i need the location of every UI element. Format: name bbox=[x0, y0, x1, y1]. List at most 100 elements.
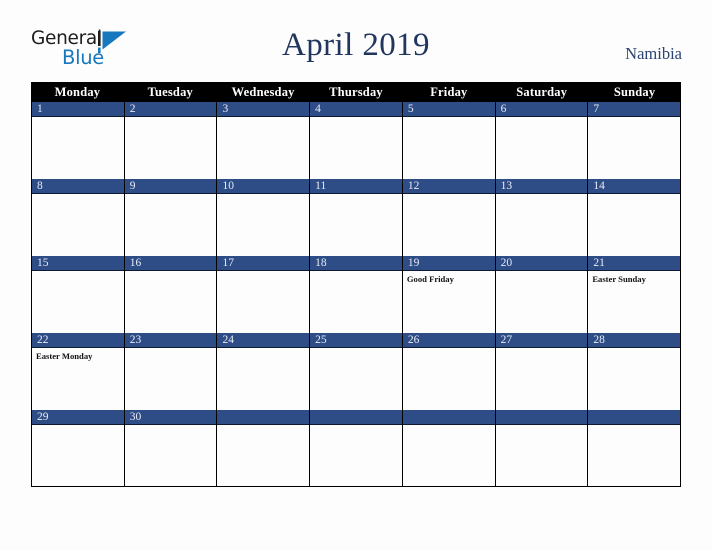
day-number-bar: 16 bbox=[124, 256, 217, 271]
day-number-bar: 5 bbox=[402, 102, 495, 117]
day-number: 27 bbox=[500, 334, 513, 346]
calendar-day-cell-empty[interactable] bbox=[402, 410, 496, 486]
day-events bbox=[125, 425, 217, 428]
day-number-bar: 20 bbox=[495, 256, 588, 271]
weekday-header-sunday: Sunday bbox=[613, 84, 656, 99]
day-number-bar: 10 bbox=[217, 179, 310, 194]
day-number: 20 bbox=[500, 257, 513, 269]
calendar-day-cell-5[interactable]: 5 bbox=[402, 102, 496, 179]
day-number: 22 bbox=[37, 334, 49, 346]
day-number: 3 bbox=[222, 103, 229, 115]
weekday-header-row: Monday Tuesday Wednesday Thursday Friday Satu… bbox=[31, 82, 681, 102]
calendar-day-cell-16[interactable]: 16 bbox=[124, 256, 218, 333]
calendar-day-cell-21[interactable]: 21 Easter Sunday bbox=[588, 256, 681, 333]
day-number: 19 bbox=[407, 257, 420, 269]
calendar-day-cell-25[interactable]: 25 bbox=[310, 333, 403, 410]
calendar-day-cell-28[interactable]: 28 bbox=[588, 333, 681, 410]
day-number: 26 bbox=[407, 334, 420, 346]
calendar-day-cell-empty[interactable] bbox=[588, 410, 681, 486]
calendar-week-row: 22 Easter Monday 23 24 25 26 27 28 bbox=[31, 333, 681, 410]
day-events bbox=[496, 194, 588, 197]
day-events bbox=[310, 271, 402, 274]
day-events bbox=[588, 117, 680, 120]
day-number: 12 bbox=[407, 180, 420, 192]
day-events bbox=[125, 271, 217, 274]
calendar-day-cell-9[interactable]: 9 bbox=[124, 179, 218, 256]
day-events bbox=[32, 271, 124, 274]
calendar-day-cell-empty[interactable] bbox=[217, 410, 311, 486]
calendar-day-cell-4[interactable]: 4 bbox=[310, 102, 403, 179]
day-number: 7 bbox=[593, 103, 600, 115]
calendar-day-cell-14[interactable]: 14 bbox=[588, 179, 681, 256]
calendar-day-cell-empty[interactable] bbox=[310, 410, 403, 486]
holiday-label: Easter Sunday bbox=[592, 274, 646, 284]
day-events bbox=[217, 348, 309, 351]
calendar-day-cell-18[interactable]: 18 bbox=[310, 256, 403, 333]
calendar-day-cell-29[interactable]: 29 bbox=[32, 410, 125, 486]
day-events bbox=[125, 117, 217, 120]
day-events bbox=[217, 425, 309, 428]
day-number-bar: 13 bbox=[495, 179, 588, 194]
day-number-bar: 15 bbox=[32, 256, 124, 271]
day-events bbox=[217, 271, 309, 274]
day-number-bar bbox=[217, 410, 310, 425]
day-events bbox=[310, 425, 402, 428]
day-number-bar: 2 bbox=[124, 102, 217, 117]
calendar-day-cell-10[interactable]: 10 bbox=[217, 179, 311, 256]
day-number-bar: 17 bbox=[217, 256, 310, 271]
day-number: 10 bbox=[222, 180, 234, 192]
day-number-bar: 1 bbox=[32, 102, 124, 117]
calendar-day-cell-11[interactable]: 11 bbox=[310, 179, 403, 256]
day-events bbox=[310, 194, 402, 197]
calendar-day-cell-7[interactable]: 7 bbox=[588, 102, 681, 179]
calendar-day-cell-23[interactable]: 23 bbox=[124, 333, 218, 410]
day-number: 2 bbox=[129, 103, 136, 115]
calendar-day-cell-19[interactable]: 19 Good Friday bbox=[402, 256, 496, 333]
calendar-day-cell-24[interactable]: 24 bbox=[217, 333, 311, 410]
day-number-bar: 14 bbox=[588, 179, 681, 194]
calendar-day-cell-3[interactable]: 3 bbox=[217, 102, 311, 179]
day-number-bar: 19 bbox=[402, 256, 495, 271]
day-events bbox=[217, 117, 309, 120]
country-label: Namibia bbox=[625, 44, 682, 63]
day-number-bar: 30 bbox=[124, 410, 217, 425]
day-number-bar: 26 bbox=[402, 333, 495, 348]
day-number-bar bbox=[402, 410, 495, 425]
day-number-bar bbox=[310, 410, 402, 425]
calendar-day-cell-15[interactable]: 15 bbox=[32, 256, 125, 333]
day-events bbox=[496, 348, 588, 351]
day-events bbox=[403, 348, 495, 351]
day-number: 30 bbox=[129, 411, 142, 423]
calendar-day-cell-empty[interactable] bbox=[495, 410, 589, 486]
calendar-day-cell-12[interactable]: 12 bbox=[402, 179, 496, 256]
day-number-bar: 27 bbox=[495, 333, 588, 348]
day-number: 14 bbox=[593, 180, 605, 192]
calendar-day-cell-6[interactable]: 6 bbox=[495, 102, 589, 179]
calendar-day-cell-2[interactable]: 2 bbox=[124, 102, 218, 179]
day-events bbox=[310, 117, 402, 120]
weekday-header-wednesday: Wednesday bbox=[231, 84, 295, 99]
calendar-day-cell-22[interactable]: 22 Easter Monday bbox=[32, 333, 125, 410]
calendar-day-cell-1[interactable]: 1 bbox=[32, 102, 125, 179]
day-number-bar: 4 bbox=[310, 102, 402, 117]
day-events bbox=[32, 194, 124, 197]
calendar-day-cell-30[interactable]: 30 bbox=[124, 410, 218, 486]
day-number: 4 bbox=[315, 103, 321, 115]
day-number: 5 bbox=[407, 103, 414, 115]
day-events bbox=[496, 117, 588, 120]
calendar-day-cell-17[interactable]: 17 bbox=[217, 256, 311, 333]
calendar-day-cell-27[interactable]: 27 bbox=[495, 333, 589, 410]
calendar-day-cell-8[interactable]: 8 bbox=[32, 179, 125, 256]
calendar-week-row: 1 2 3 4 5 6 7 bbox=[31, 102, 681, 179]
weekday-header-tuesday: Tuesday bbox=[147, 84, 193, 99]
calendar-day-cell-20[interactable]: 20 bbox=[495, 256, 589, 333]
day-events bbox=[217, 194, 309, 197]
calendar-day-cell-13[interactable]: 13 bbox=[495, 179, 589, 256]
day-number-bar: 12 bbox=[402, 179, 495, 194]
day-events bbox=[588, 194, 680, 197]
calendar-day-cell-26[interactable]: 26 bbox=[402, 333, 496, 410]
day-number-bar: 24 bbox=[217, 333, 310, 348]
day-number-bar: 18 bbox=[310, 256, 402, 271]
day-number-bar: 3 bbox=[217, 102, 310, 117]
day-events bbox=[588, 425, 680, 428]
